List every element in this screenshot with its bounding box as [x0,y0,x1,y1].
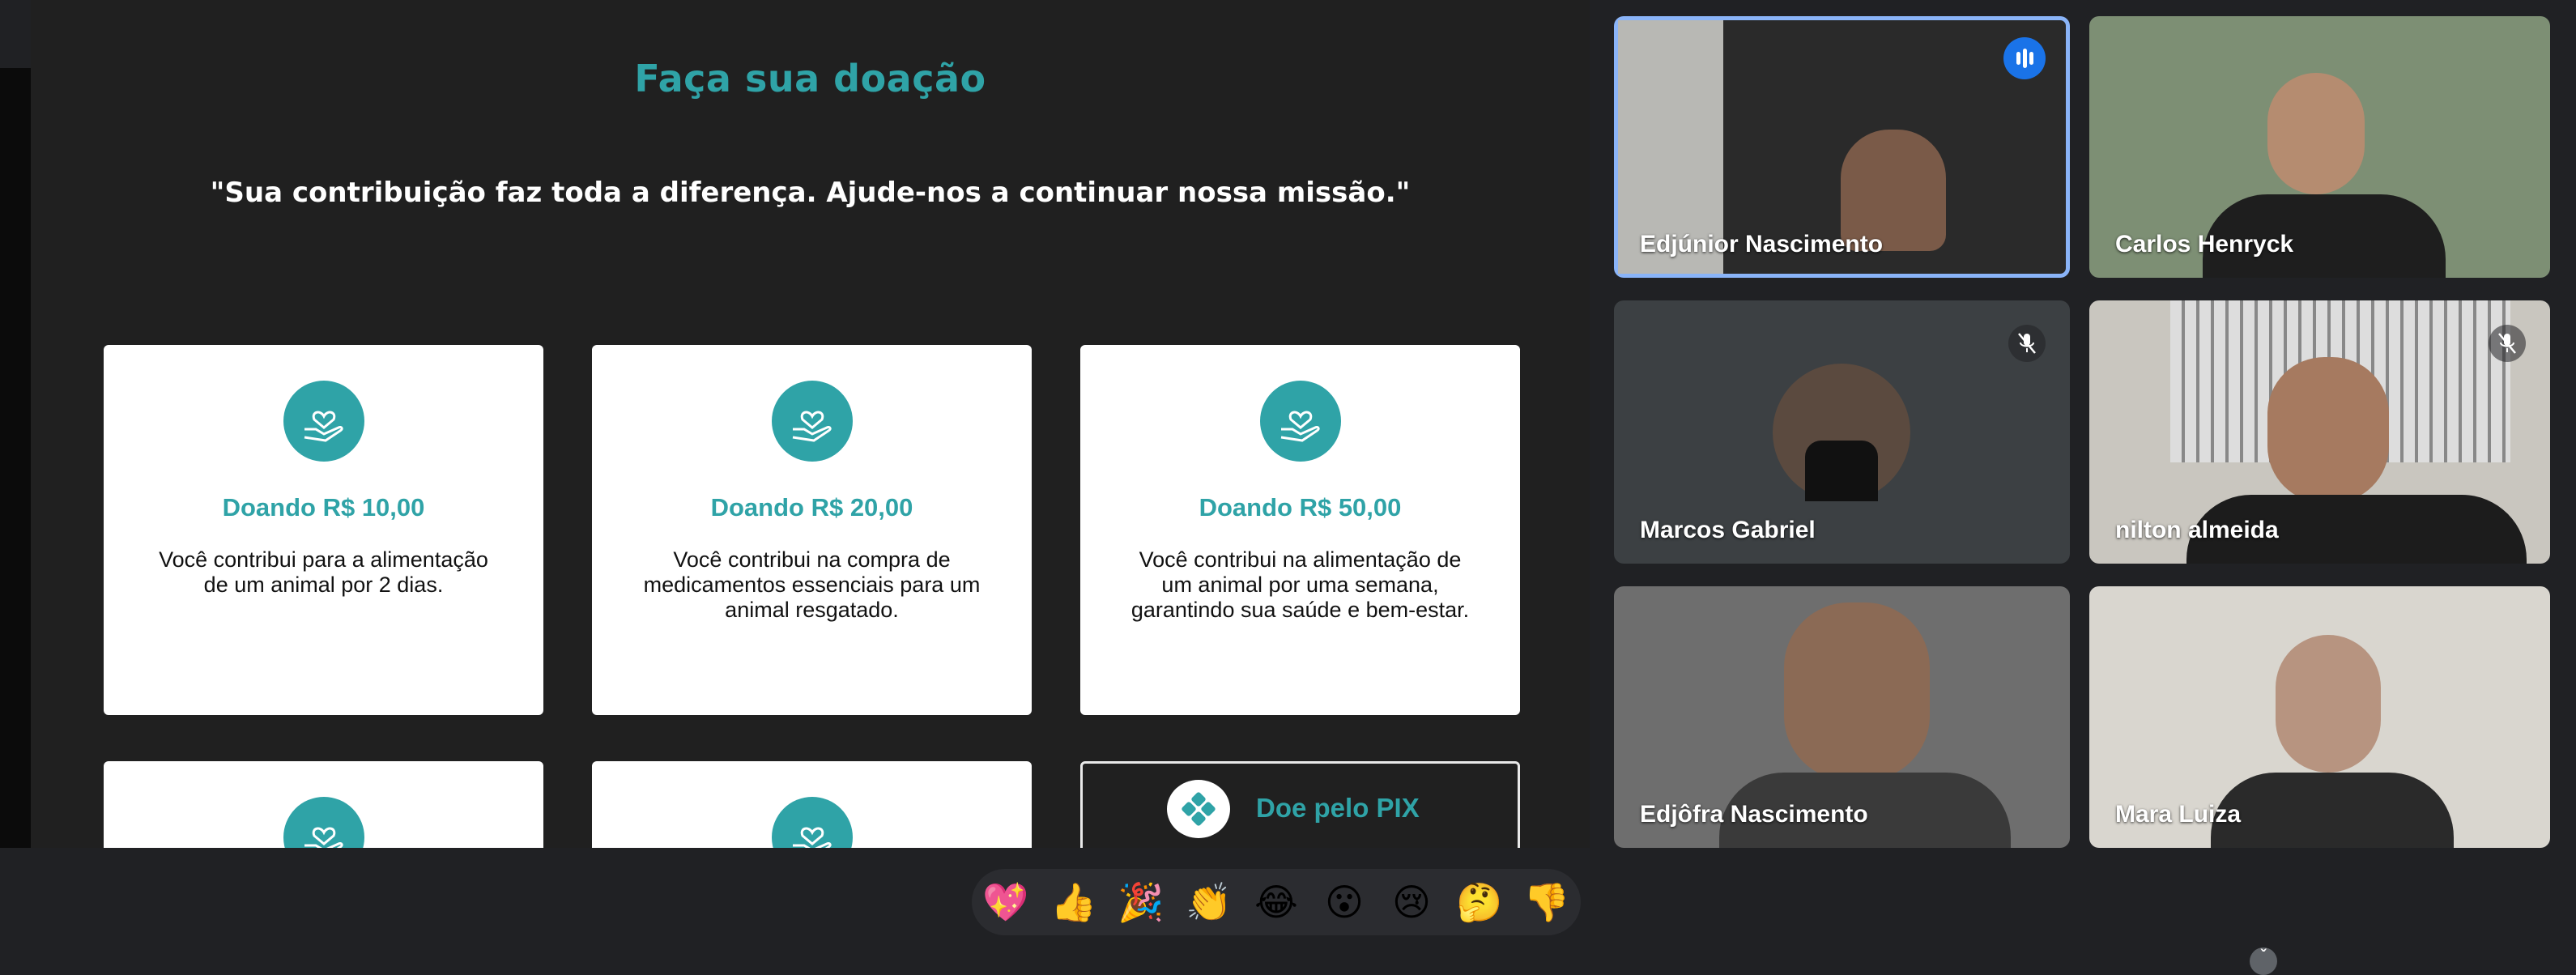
avatar [1773,364,1910,501]
heart-hand-icon [1260,381,1341,462]
card-description: Você contribui na alimentação de um anim… [1130,547,1470,622]
participant-tile-mara[interactable]: Mara Luiza [2089,586,2550,848]
heart-hand-icon [772,381,853,462]
participant-name: Carlos Henryck [2115,231,2294,258]
mic-off-icon [2008,325,2046,362]
participant-tile-marcos[interactable]: Marcos Gabriel [1614,300,2070,564]
shared-screen: Faça sua doação "Sua contribuição faz to… [31,0,1590,848]
screen-edge [0,68,31,848]
participant-name: Marcos Gabriel [1640,517,1816,543]
pix-donate-button[interactable]: Doe pelo PIX [1080,761,1520,848]
pix-label: Doe pelo PIX [1256,793,1420,823]
reaction-bar: 💖 👍 🎉 👏 😂 😮 😢 🤔 👎 [972,869,1581,935]
thumbs-down-reaction[interactable]: 👎 [1523,879,1570,926]
donation-card-50[interactable]: Doando R$ 50,00 Você contribui na alimen… [1080,345,1520,715]
participant-name: Edjúnior Nascimento [1640,231,1884,258]
donation-card-20[interactable]: Doando R$ 20,00 Você contribui na compra… [592,345,1032,715]
participant-video [2276,635,2381,773]
participant-video-body [2211,773,2454,848]
clapping-reaction[interactable]: 👏 [1186,879,1233,926]
donation-card-partial[interactable] [592,761,1032,848]
donation-quote: "Sua contribuição faz toda a diferença. … [210,177,1411,209]
more-indicator-icon[interactable]: ˇ [2250,947,2277,975]
card-title: Doando R$ 50,00 [1199,493,1402,522]
sparkling-heart-reaction[interactable]: 💖 [982,879,1029,926]
speaking-indicator-icon [2003,37,2046,79]
participant-video [2267,73,2365,194]
mic-off-icon [2489,325,2526,362]
card-description: Você contribui na compra de medicamentos… [643,547,981,622]
participant-video [2267,357,2389,503]
card-title: Doando R$ 10,00 [222,493,425,522]
participant-tile-edjofra[interactable]: Edjôfra Nascimento [1614,586,2070,848]
surprised-reaction[interactable]: 😮 [1321,879,1368,926]
card-title: Doando R$ 20,00 [710,493,913,522]
thinking-reaction[interactable]: 🤔 [1456,879,1503,926]
participant-tile-edjunior[interactable]: Edjúnior Nascimento [1614,16,2070,278]
card-description: Você contribui para a alimentação de um … [159,547,488,597]
crying-reaction[interactable]: 😢 [1388,879,1435,926]
heart-hand-icon [283,797,364,848]
heart-hand-icon [772,797,853,848]
participant-name: Mara Luiza [2115,801,2242,828]
participant-tile-nilton[interactable]: nilton almeida [2089,300,2550,564]
page-title: Faça sua doação [634,57,986,100]
thumbs-up-reaction[interactable]: 👍 [1050,879,1097,926]
laughing-reaction[interactable]: 😂 [1253,879,1300,926]
donation-card-10[interactable]: Doando R$ 10,00 Você contribui para a al… [104,345,543,715]
donation-card-partial[interactable] [104,761,543,848]
participant-tile-carlos[interactable]: Carlos Henryck [2089,16,2550,278]
heart-hand-icon [283,381,364,462]
participant-name: Edjôfra Nascimento [1640,801,1868,828]
participant-name: nilton almeida [2115,517,2279,543]
party-popper-reaction[interactable]: 🎉 [1118,879,1165,926]
participant-video [1784,602,1930,781]
pix-icon [1167,780,1230,838]
